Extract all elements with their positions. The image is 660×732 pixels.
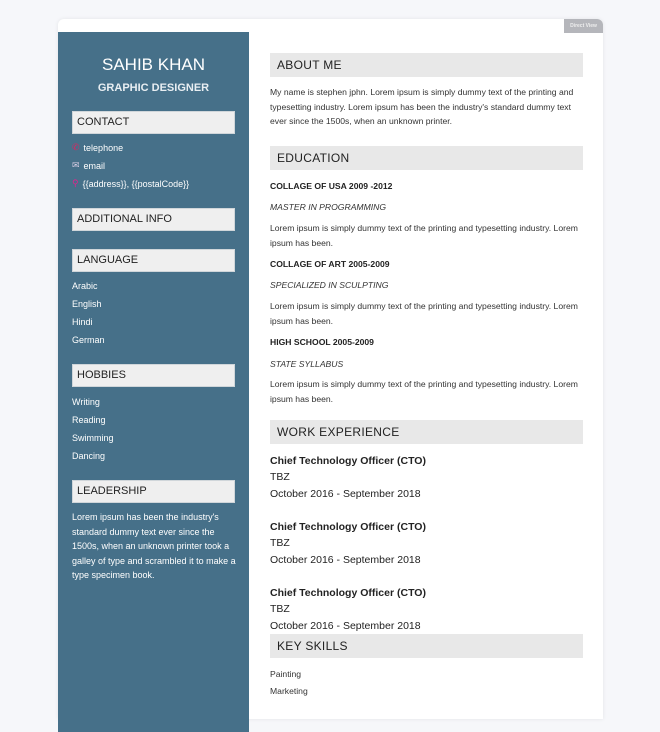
skills-header: KEY SKILLS [270, 634, 583, 658]
work-dates: October 2016 - September 2018 [270, 620, 421, 632]
contact-header: CONTACT [72, 111, 235, 134]
language-item: Arabic [72, 281, 98, 291]
resume-card: Direct View SAHIB KHAN GRAPHIC DESIGNER … [58, 19, 603, 732]
work-company: TBZ [270, 603, 290, 615]
language-item: English [72, 299, 102, 309]
work-role: Chief Technology Officer (CTO) [270, 455, 426, 467]
direct-view-button[interactable]: Direct View [564, 19, 603, 33]
language-item: German [72, 335, 105, 345]
sidebar: SAHIB KHAN GRAPHIC DESIGNER CONTACT ✆ tel… [58, 32, 249, 732]
hobbies-header: HOBBIES [72, 364, 235, 387]
edu-text: Lorem ipsum is simply dummy text of the … [270, 379, 578, 404]
work-role: Chief Technology Officer (CTO) [270, 521, 426, 533]
work-header: WORK EXPERIENCE [270, 420, 583, 444]
edu-school: COLLAGE OF USA 2009 -2012 [270, 181, 393, 191]
edu-text: Lorem ipsum is simply dummy text of the … [270, 301, 578, 326]
name: SAHIB KHAN [102, 55, 205, 74]
contact-phone: ✆ telephone [72, 142, 124, 153]
additional-info-header: ADDITIONAL INFO [72, 208, 235, 231]
skill-item: Marketing [270, 686, 308, 696]
role: GRAPHIC DESIGNER [97, 82, 210, 94]
leadership-header: LEADERSHIP [72, 480, 235, 503]
mail-icon: ✉ [72, 160, 80, 170]
work-company: TBZ [270, 471, 290, 483]
hobby-item: Swimming [72, 433, 114, 443]
work-dates: October 2016 - September 2018 [270, 554, 421, 566]
contact-address: ⚲ {{address}}, {{postalCode}} [72, 178, 190, 189]
about-header: ABOUT ME [270, 53, 583, 77]
about-text: My name is stephen jphn. Lorem ipsum is … [270, 87, 574, 126]
edu-school: HIGH SCHOOL 2005-2009 [270, 337, 374, 347]
education-header: EDUCATION [270, 146, 583, 170]
leadership-text: Lorem ipsum has been the industry's stan… [72, 512, 236, 580]
hobby-item: Dancing [72, 451, 106, 461]
phone-icon: ✆ [72, 142, 80, 152]
hobby-item: Reading [72, 415, 106, 425]
edu-degree: MASTER IN PROGRAMMING [270, 202, 387, 212]
language-item: Hindi [72, 317, 93, 327]
contact-email: ✉ email [72, 160, 106, 171]
pin-icon: ⚲ [72, 178, 79, 188]
edu-degree: STATE SYLLABUS [270, 359, 344, 369]
work-company: TBZ [270, 537, 290, 549]
edu-degree: SPECIALIZED IN SCULPTING [270, 280, 389, 290]
skill-item: Painting [270, 669, 302, 679]
edu-text: Lorem ipsum is simply dummy text of the … [270, 223, 578, 248]
work-dates: October 2016 - September 2018 [270, 488, 421, 500]
language-header: LANGUAGE [72, 249, 235, 272]
edu-school: COLLAGE OF ART 2005-2009 [270, 259, 390, 269]
work-role: Chief Technology Officer (CTO) [270, 587, 426, 599]
hobby-item: Writing [72, 397, 100, 407]
